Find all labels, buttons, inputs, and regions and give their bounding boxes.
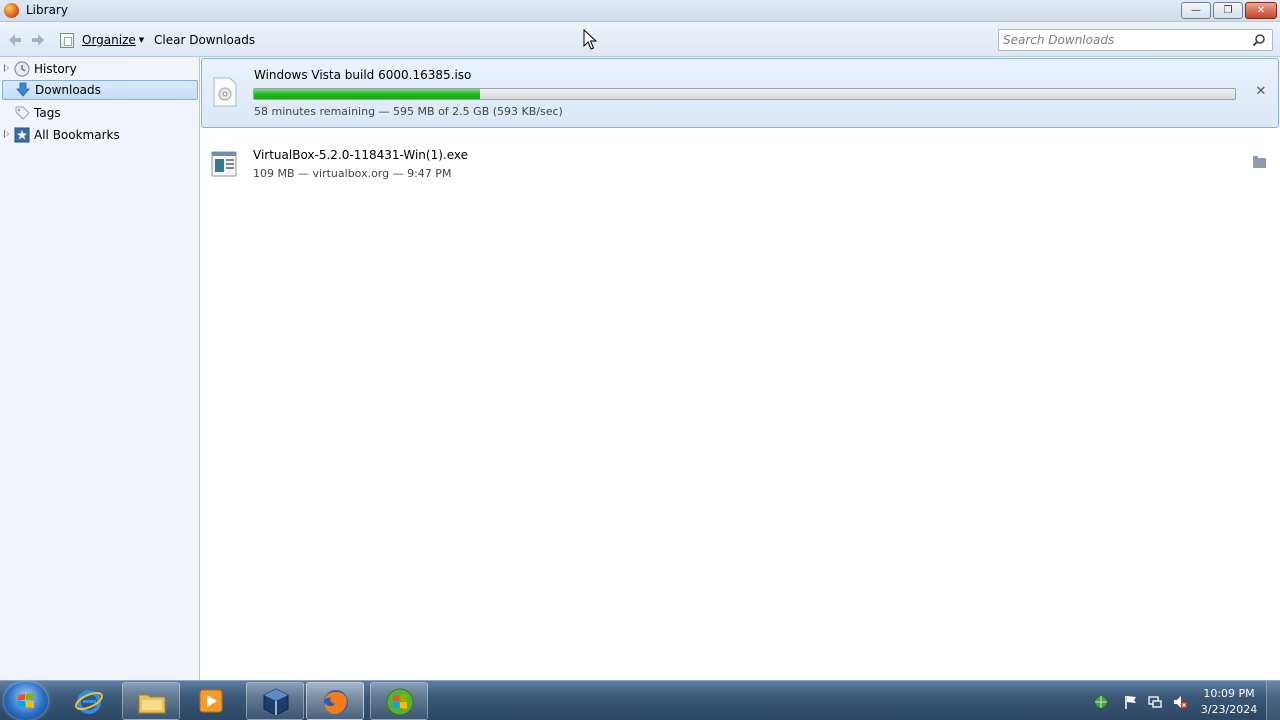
organize-icon [60, 32, 74, 48]
sidebar-item-label: Tags [34, 106, 61, 120]
search-box [998, 29, 1273, 51]
download-arrow-icon [16, 82, 30, 97]
volume-muted-icon[interactable] [1172, 694, 1188, 710]
cancel-download-button[interactable]: ✕ [1254, 85, 1268, 99]
taskbar-virtualbox[interactable] [246, 682, 304, 720]
tag-icon [15, 106, 30, 120]
sidebar-item-downloads[interactable]: Downloads [2, 80, 198, 100]
bookmarks-star-icon [14, 127, 30, 143]
taskbar-media-player[interactable] [182, 682, 240, 720]
organize-button[interactable]: Organize ▼ [60, 31, 144, 49]
sidebar-item-label: Downloads [35, 83, 101, 97]
window-title: Library [26, 3, 68, 17]
clock-icon [14, 61, 30, 77]
sidebar-item-all-bookmarks[interactable]: All Bookmarks [0, 125, 199, 145]
toolbar: Organize ▼ Clear Downloads [0, 22, 1280, 57]
start-button[interactable] [4, 682, 48, 720]
organize-label: Organize [82, 33, 136, 47]
close-button[interactable]: ✕ [1245, 2, 1277, 19]
sidebar-item-label: All Bookmarks [34, 128, 120, 142]
download-filename: Windows Vista build 6000.16385.iso [254, 68, 472, 82]
search-icon[interactable] [1252, 33, 1266, 47]
search-input[interactable] [1003, 32, 1248, 48]
media-player-icon [199, 689, 223, 713]
sidebar: History Downloads Tags All Bookmarks [0, 57, 200, 680]
sidebar-item-tags[interactable]: Tags [0, 103, 199, 123]
download-status: 109 MB — virtualbox.org — 9:47 PM [253, 167, 452, 180]
expand-icon[interactable] [4, 64, 9, 72]
windows-update-icon [386, 688, 414, 716]
show-desktop-button[interactable] [1266, 681, 1280, 720]
internet-explorer-icon [75, 690, 103, 714]
download-item[interactable]: Windows Vista build 6000.16385.iso 58 mi… [201, 58, 1279, 128]
sidebar-item-history[interactable]: History [0, 59, 199, 79]
taskbar-windows-update[interactable] [370, 682, 428, 720]
disc-image-file-icon [213, 77, 237, 107]
taskbar-firefox[interactable] [306, 682, 364, 720]
action-center-flag-icon[interactable] [1123, 694, 1139, 710]
folder-icon[interactable] [1253, 156, 1266, 168]
sidebar-item-label: History [34, 62, 77, 76]
title-bar: Library — ❐ ✕ [0, 0, 1280, 22]
clear-downloads-button[interactable]: Clear Downloads [154, 33, 255, 47]
download-progress-bar [253, 88, 1236, 100]
progress-fill [254, 89, 480, 99]
system-clock[interactable]: 10:09 PM 3/23/2024 [1196, 686, 1262, 718]
network-icon[interactable] [1147, 694, 1163, 710]
download-item[interactable]: VirtualBox-5.2.0-118431-Win(1).exe 109 M… [201, 137, 1279, 187]
clock-date: 3/23/2024 [1200, 703, 1258, 716]
back-arrow-icon[interactable] [6, 31, 24, 49]
maximize-button[interactable]: ❐ [1213, 2, 1243, 19]
download-status: 58 minutes remaining — 595 MB of 2.5 GB … [254, 105, 563, 118]
virtualbox-icon [263, 688, 289, 716]
firefox-icon [4, 3, 19, 18]
clock-time: 10:09 PM [1203, 687, 1255, 700]
network-globe-icon[interactable] [1093, 694, 1109, 710]
windows-logo-icon [18, 693, 34, 708]
downloads-list: Windows Vista build 6000.16385.iso 58 mi… [200, 57, 1280, 680]
minimize-button[interactable]: — [1181, 2, 1211, 19]
taskbar: 10:09 PM 3/23/2024 [0, 680, 1280, 720]
download-filename: VirtualBox-5.2.0-118431-Win(1).exe [253, 148, 469, 162]
taskbar-internet-explorer[interactable] [60, 682, 118, 720]
mouse-cursor-icon [583, 29, 597, 50]
firefox-icon [324, 690, 348, 714]
taskbar-windows-explorer[interactable] [122, 682, 180, 720]
forward-arrow-icon[interactable] [29, 31, 47, 49]
folder-icon [138, 694, 166, 714]
executable-file-icon [211, 151, 237, 177]
expand-icon[interactable] [4, 130, 9, 138]
chevron-down-icon: ▼ [138, 36, 145, 44]
